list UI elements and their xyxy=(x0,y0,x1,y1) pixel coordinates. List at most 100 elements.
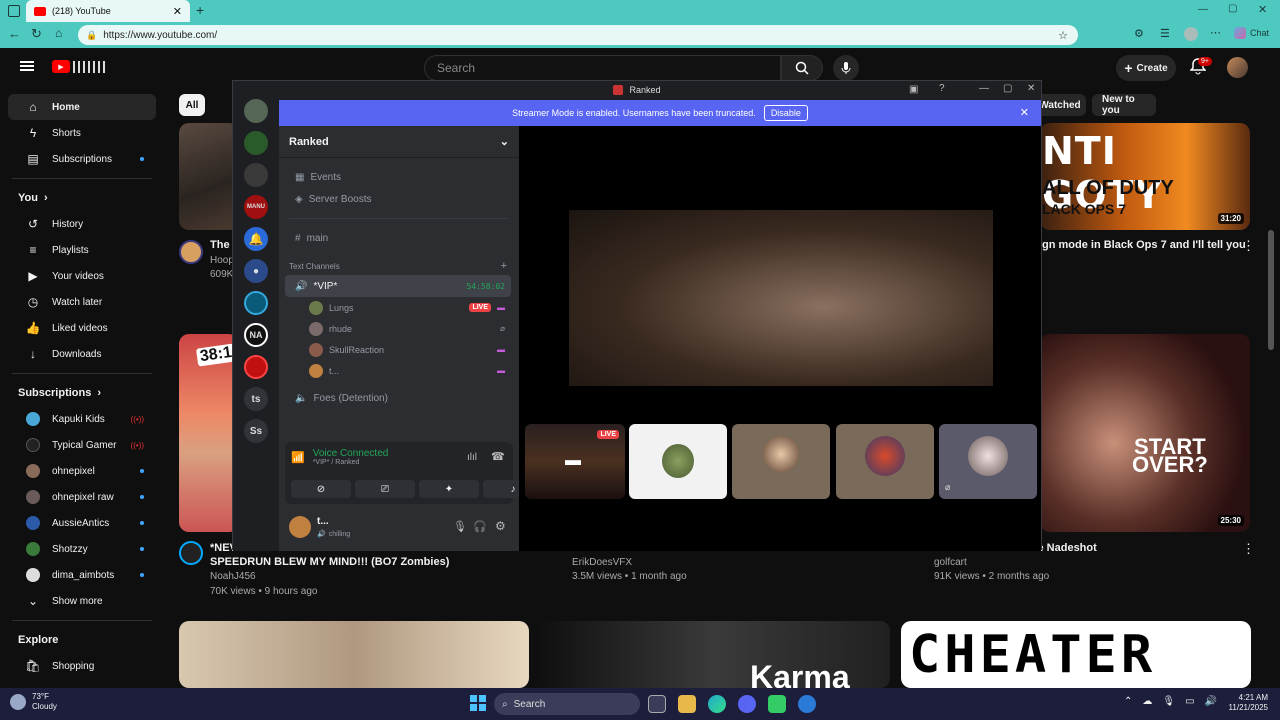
video-menu-icon[interactable]: ⋮ xyxy=(1242,541,1255,557)
video-thumbnail[interactable]: Karma xyxy=(540,621,890,688)
noise-suppression-icon[interactable]: ılıl xyxy=(467,452,477,463)
server-icon[interactable] xyxy=(244,355,268,379)
camera-off-button[interactable]: ⊘ xyxy=(291,480,351,498)
disable-streamer-mode-button[interactable]: Disable xyxy=(763,105,808,121)
video-thumbnail[interactable] xyxy=(179,123,239,230)
sidebar-you-header[interactable]: You › xyxy=(0,185,160,211)
start-windows-icon[interactable] xyxy=(470,695,486,711)
voice-channel-foes[interactable]: 🔈 Foes (Detention) xyxy=(285,387,511,409)
sidebar-item-history[interactable]: ↺ History xyxy=(8,211,156,237)
headphones-icon[interactable]: 🎧 xyxy=(473,520,487,533)
minimize-icon[interactable]: — xyxy=(979,83,989,94)
maximize-icon[interactable]: ▢ xyxy=(1003,83,1012,94)
disconnect-icon[interactable]: ☎ xyxy=(491,450,505,463)
clock[interactable]: 4:21 AM 11/21/2025 xyxy=(1222,693,1268,713)
search-input[interactable]: Search xyxy=(424,55,781,81)
create-button[interactable]: + Create xyxy=(1116,55,1176,81)
task-view-icon[interactable] xyxy=(648,695,666,713)
avatar[interactable] xyxy=(1227,57,1248,78)
chip-all[interactable]: All xyxy=(179,94,205,116)
browser-tab[interactable]: (218) YouTube ✕ xyxy=(26,0,190,22)
settings-gear-icon[interactable]: ⚙ xyxy=(495,519,506,533)
location-icon[interactable]: ● xyxy=(244,259,268,283)
refresh-icon[interactable]: ↻ xyxy=(31,26,42,42)
server-icon-ts[interactable]: ts xyxy=(244,387,268,411)
video-thumbnail[interactable] xyxy=(179,621,529,688)
sidebar-item-home[interactable]: ⌂ Home xyxy=(8,94,156,120)
stream-video[interactable] xyxy=(569,210,993,386)
sidebar-show-more[interactable]: ⌄ Show more xyxy=(8,588,156,614)
sidebar-item-subscriptions[interactable]: ▤ Subscriptions xyxy=(8,146,156,172)
channel-avatar[interactable] xyxy=(179,541,203,565)
channel-main[interactable]: # main xyxy=(285,227,511,249)
profile-icon[interactable] xyxy=(1184,27,1198,41)
participant-tile[interactable] xyxy=(836,424,934,499)
video-thumbnail[interactable]: CHEATER xyxy=(901,621,1251,688)
video-title[interactable]: The xyxy=(210,238,230,252)
video-thumbnail[interactable]: 38:1 xyxy=(179,334,239,532)
inbox-icon[interactable]: ▣ xyxy=(909,84,918,95)
sidebar-item-shorts[interactable]: ϟ Shorts xyxy=(8,120,156,146)
voice-status[interactable]: 📶 Voice Connected *VIP* / Ranked xyxy=(291,448,388,466)
copilot-button[interactable]: Chat xyxy=(1234,27,1269,39)
edge-icon[interactable] xyxy=(708,695,726,713)
sidebar-sub-dima-aimbots[interactable]: dima_aimbots xyxy=(8,562,156,588)
video-title[interactable]: gn mode in Black Ops 7 and I'll tell you xyxy=(1042,238,1246,252)
voice-user[interactable]: rhude ⌀ xyxy=(279,318,509,339)
voice-user[interactable]: t... ▬ xyxy=(279,360,509,381)
video-channel[interactable]: golfcart xyxy=(934,556,967,570)
address-field[interactable]: 🔒 https://www.youtube.com/ ☆ xyxy=(78,25,1078,45)
help-icon[interactable]: ? xyxy=(939,83,945,94)
voice-search-button[interactable] xyxy=(833,55,859,81)
cloud-icon[interactable]: ☁ xyxy=(1142,696,1152,707)
discord-icon[interactable] xyxy=(738,695,756,713)
hamburger-menu-icon[interactable] xyxy=(20,61,34,71)
back-icon[interactable]: ← xyxy=(8,26,21,41)
video-channel[interactable]: Hoop xyxy=(210,254,234,268)
sidebar-subscriptions-header[interactable]: Subscriptions › xyxy=(0,380,160,406)
banner-close-icon[interactable]: ✕ xyxy=(1020,106,1029,119)
sidebar-item-downloads[interactable]: ↓ Downloads xyxy=(8,341,156,367)
sidebar-item-liked-videos[interactable]: 👍 Liked videos xyxy=(8,315,156,341)
mic-icon[interactable]: 🎙 xyxy=(453,520,467,533)
sidebar-item-playlists[interactable]: ≡ Playlists xyxy=(8,237,156,263)
share-screen-button[interactable]: ⎚ xyxy=(355,480,415,498)
tab-actions-icon[interactable] xyxy=(8,5,20,17)
participant-tile[interactable] xyxy=(732,424,830,499)
youtube-logo[interactable]: ▶ xyxy=(52,60,107,73)
category-text-channels[interactable]: Text Channels + xyxy=(279,257,519,275)
server-icon-ss[interactable]: Ss xyxy=(244,419,268,443)
favorites-bar-icon[interactable]: ☰ xyxy=(1160,27,1170,40)
file-explorer-icon[interactable] xyxy=(678,695,696,713)
stream-tile[interactable]: LIVE ▬ xyxy=(525,424,625,499)
server-header[interactable]: Ranked ⌄ xyxy=(279,126,519,158)
window-close-icon[interactable]: ✕ xyxy=(1258,3,1267,16)
participant-tile[interactable] xyxy=(629,424,727,499)
video-title-line2[interactable]: SPEEDRUN BLEW MY MIND!!! (BO7 Zombies) xyxy=(210,555,449,569)
sidebar-item-shopping[interactable]: 🛍 Shopping xyxy=(8,653,156,679)
network-icon[interactable]: ▭ xyxy=(1185,696,1194,707)
tab-close-icon[interactable]: ✕ xyxy=(173,5,182,18)
server-icon-na[interactable]: NA xyxy=(244,323,268,347)
chip-new-to-you[interactable]: New to you xyxy=(1092,94,1156,116)
channel-server-boosts[interactable]: ◈ Server Boosts xyxy=(285,188,511,210)
voice-channel-vip[interactable]: 🔊 *VIP* 54:58:02 xyxy=(285,275,511,297)
app-icon[interactable] xyxy=(768,695,786,713)
volume-icon[interactable]: 🔊 xyxy=(1205,696,1217,707)
weather-widget[interactable]: 73°F Cloudy xyxy=(10,692,57,712)
minimize-icon[interactable]: — xyxy=(1198,4,1208,15)
server-icon[interactable] xyxy=(244,163,268,187)
sidebar-sub-typical-gamer[interactable]: Typical Gamer ((•)) xyxy=(8,432,156,458)
sidebar-item-your-videos[interactable]: ▶ Your videos xyxy=(8,263,156,289)
chevron-up-icon[interactable]: ⌃ xyxy=(1124,696,1132,707)
server-icon[interactable] xyxy=(244,99,268,123)
video-thumbnail[interactable]: NTI GOTY ALL OF DUTY LACK OPS 7 31:20 xyxy=(1040,123,1250,230)
video-thumbnail[interactable]: START OVER? 25:30 xyxy=(1040,334,1250,532)
app-icon[interactable] xyxy=(798,695,816,713)
home-browser-icon[interactable]: ⌂ xyxy=(55,26,62,40)
maximize-icon[interactable]: ▢ xyxy=(1228,3,1237,14)
participant-tile[interactable]: ⌀ xyxy=(939,424,1037,499)
server-icon[interactable] xyxy=(244,131,268,155)
sidebar-sub-ohnepixel-raw[interactable]: ohnepixel raw xyxy=(8,484,156,510)
voice-user[interactable]: Lungs LIVE ▬ xyxy=(279,297,509,318)
